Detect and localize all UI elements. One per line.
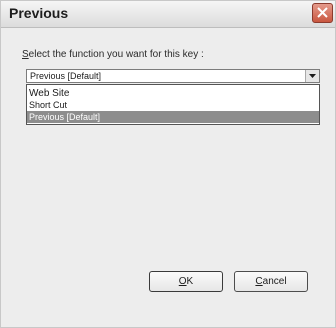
- close-icon: [317, 7, 328, 18]
- prompt-text: elect the function you want for this key…: [28, 49, 204, 60]
- title-bar[interactable]: Previous: [1, 1, 335, 28]
- ok-button[interactable]: OK: [149, 271, 223, 292]
- function-select-value: Previous [Default]: [30, 71, 102, 81]
- function-select[interactable]: Previous [Default]: [26, 69, 320, 83]
- cancel-button[interactable]: Cancel: [234, 271, 308, 292]
- close-button[interactable]: [312, 3, 333, 23]
- function-dropdown-list: Web Site Short Cut Previous [Default]: [26, 84, 320, 125]
- cancel-label: ancel: [262, 276, 287, 287]
- dropdown-arrow-button[interactable]: [305, 70, 319, 82]
- function-prompt-label: Select the function you want for this ke…: [22, 49, 204, 60]
- chevron-down-icon: [309, 74, 316, 78]
- ok-accelerator: O: [178, 276, 187, 287]
- dialog-window: Previous Select the function you want fo…: [0, 0, 336, 328]
- ok-label: K: [186, 276, 194, 287]
- cancel-accelerator: C: [255, 276, 263, 287]
- option-previous-default[interactable]: Previous [Default]: [27, 111, 319, 123]
- option-short-cut[interactable]: Short Cut: [27, 99, 319, 111]
- prompt-accelerator: S: [22, 49, 29, 60]
- window-title: Previous: [9, 5, 69, 21]
